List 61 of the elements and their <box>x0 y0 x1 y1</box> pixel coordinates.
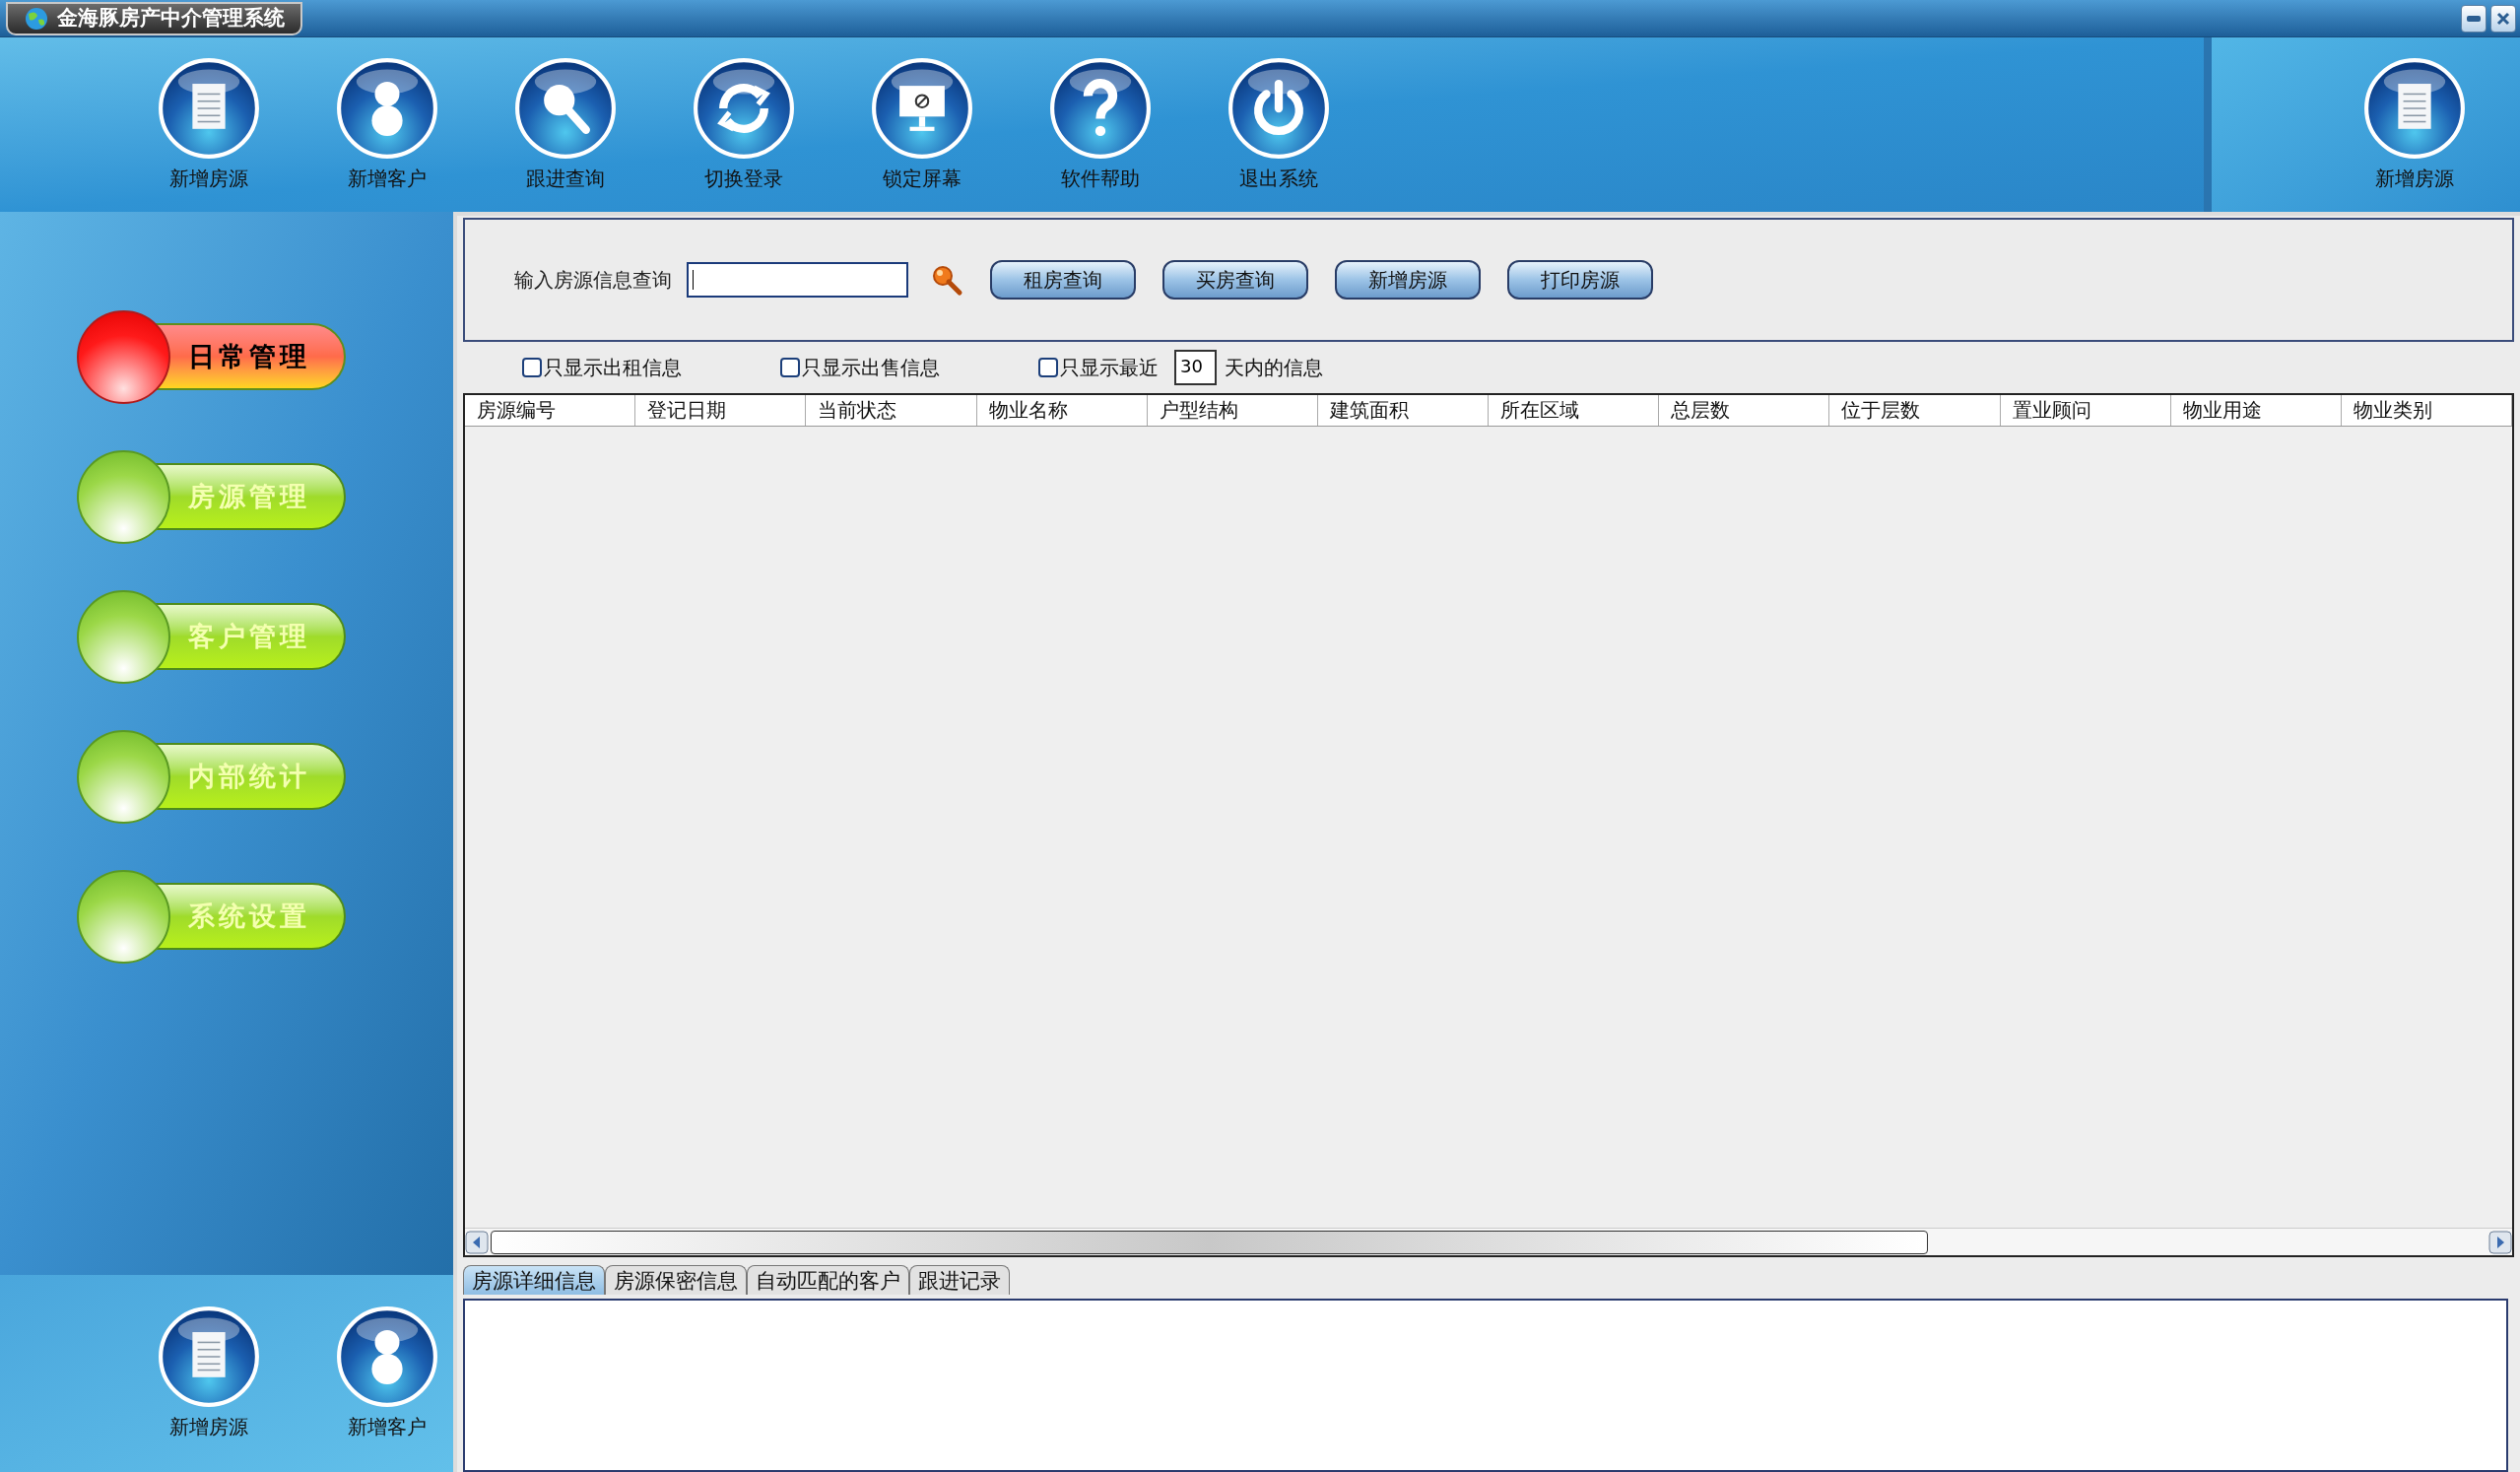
toolbar-button[interactable]: 新增房源 <box>145 1305 273 1441</box>
toolbar-button[interactable]: 新增客户 <box>323 1305 451 1441</box>
refresh-icon <box>693 56 795 160</box>
power-icon <box>1227 56 1330 160</box>
document-icon <box>158 56 260 160</box>
checkbox-label: 只显示最近 <box>1060 355 1159 381</box>
person-icon <box>336 1305 438 1408</box>
column-header[interactable]: 建筑面积 <box>1317 395 1489 426</box>
horizontal-scrollbar[interactable] <box>465 1228 2512 1255</box>
scroll-right-icon[interactable] <box>2488 1230 2512 1254</box>
scrollbar-thumb[interactable] <box>491 1230 1928 1254</box>
column-header[interactable]: 户型结构 <box>1147 395 1318 426</box>
document-icon <box>2363 56 2466 160</box>
query-button[interactable]: 买房查询 <box>1162 260 1308 300</box>
help-icon <box>1049 56 1152 160</box>
query-button[interactable]: 新增房源 <box>1335 260 1481 300</box>
days-field[interactable]: 30 <box>1174 350 1217 385</box>
toolbar-button[interactable]: 新增房源 <box>145 56 273 193</box>
document-icon <box>158 1305 260 1408</box>
toolbar-button[interactable]: 跟进查询 <box>501 56 630 193</box>
toolbar-button[interactable]: 切换登录 <box>680 56 808 193</box>
column-header[interactable]: 物业名称 <box>976 395 1148 426</box>
toolbar-button[interactable]: 新增房源 <box>2351 56 2479 193</box>
search-icon[interactable] <box>930 263 963 297</box>
checkbox[interactable] <box>780 358 800 377</box>
search-label: 输入房源信息查询 <box>514 267 672 294</box>
query-button[interactable]: 租房查询 <box>990 260 1136 300</box>
monitor-icon <box>871 56 973 160</box>
checkbox-label: 只显示出租信息 <box>544 355 682 381</box>
column-header[interactable]: 置业顾问 <box>2000 395 2171 426</box>
column-header[interactable]: 房源编号 <box>465 395 636 426</box>
minimize-button[interactable] <box>2461 4 2487 33</box>
column-header[interactable]: 当前状态 <box>806 395 977 426</box>
globe-icon <box>24 5 49 32</box>
query-button[interactable]: 打印房源 <box>1507 260 1653 300</box>
column-header[interactable]: 物业用途 <box>2170 395 2342 426</box>
search-field[interactable] <box>687 262 908 298</box>
toolbar-button[interactable]: 软件帮助 <box>1036 56 1164 193</box>
detail-tab[interactable]: 房源详细信息 <box>463 1265 605 1295</box>
close-button[interactable] <box>2490 4 2516 33</box>
toolbar-button[interactable]: 新增客户 <box>323 56 451 193</box>
checkbox[interactable] <box>1038 358 1058 377</box>
toolbar-button[interactable]: 退出系统 <box>1215 56 1343 193</box>
detail-tab[interactable]: 自动匹配的客户 <box>747 1265 909 1295</box>
toolbar-button[interactable]: 锁定屏幕 <box>858 56 986 193</box>
scroll-left-icon[interactable] <box>465 1230 489 1254</box>
days-suffix: 天内的信息 <box>1225 355 1323 381</box>
detail-tab[interactable]: 房源保密信息 <box>605 1265 747 1295</box>
column-header[interactable]: 物业类别 <box>2341 395 2512 426</box>
close-icon <box>2495 10 2511 27</box>
minimize-icon <box>2467 15 2481 22</box>
column-header[interactable]: 总层数 <box>1659 395 1830 426</box>
column-header[interactable]: 位于层数 <box>1829 395 2001 426</box>
column-header[interactable]: 登记日期 <box>635 395 807 426</box>
person-icon <box>336 56 438 160</box>
checkbox-label: 只显示出售信息 <box>802 355 940 381</box>
checkbox[interactable] <box>522 358 542 377</box>
search-icon <box>514 56 617 160</box>
window-title: 金海豚房产中介管理系统 <box>6 1 302 35</box>
detail-tab[interactable]: 跟进记录 <box>909 1265 1010 1295</box>
column-header[interactable]: 所在区域 <box>1489 395 1660 426</box>
